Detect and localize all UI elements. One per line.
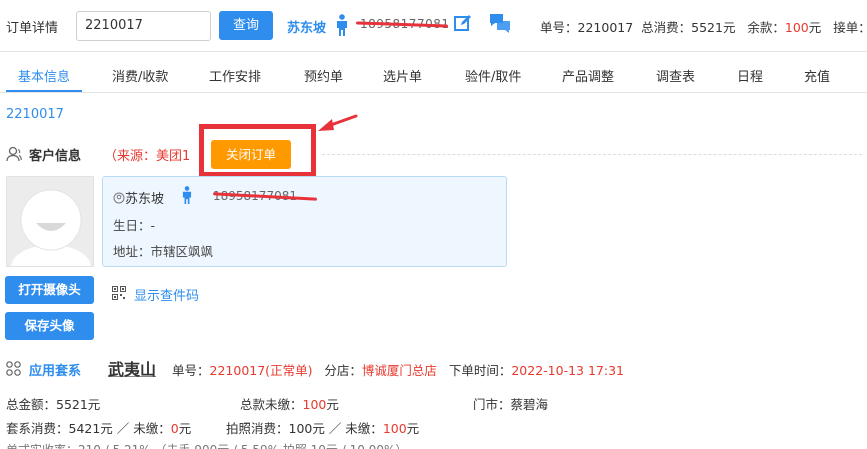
tab-product-adjust[interactable]: 产品调整 [562,66,614,85]
tab-survey[interactable]: 调查表 [656,66,695,85]
male-person-icon [181,186,193,208]
customer-source: （来源：美团1 [104,149,191,164]
tab-photo-selection[interactable]: 选片单 [383,66,422,85]
balance-value: 100 [784,20,809,35]
tab-schedule[interactable]: 日程 [737,66,763,85]
top-bar: 订单详情 2210017 查询 苏东坡 18958177081 单号：22100… [0,0,867,52]
order-search-input[interactable]: 2210017 [76,11,211,41]
tab-appointment[interactable]: 预约单 [304,66,343,85]
cutoff-summary-line: 单式实收率：210 / 5.21% （去手 900元 / 5.59% 拍照 10… [6,441,407,449]
section-divider [322,154,862,155]
edit-icon[interactable] [454,14,472,36]
tab-consumption[interactable]: 消费/收款 [112,66,168,85]
order-number: 2210017 [577,20,634,35]
tab-bar: 基本信息 消费/收款 工作安排 预约单 选片单 验件/取件 产品调整 调查表 日… [0,55,867,93]
package-spend: 套系消费：5421元 ／ 未缴：0元 [6,421,192,436]
order-detail-label: 订单详情 [6,21,59,36]
total-spend: 5521元 [691,20,736,35]
customer-birthday: 生日：- [113,218,156,233]
tab-basic-info[interactable]: 基本信息 [18,66,70,85]
user-icon [6,146,22,166]
package-name-link[interactable]: 武夷山 [108,356,156,380]
query-button[interactable]: 查询 [219,11,273,40]
customer-card: 苏东坡 18958177081 生日：- 地址：市辖区飒飒 [102,176,507,267]
package-order-time: 2022-10-13 17:31 [511,363,624,378]
active-tab-indicator [6,90,82,92]
avatar [6,176,94,267]
save-avatar-button[interactable]: 保存头像 [5,312,94,340]
package-branch: 博诚厦门总店 [361,363,437,378]
store-staff: 门市：蔡碧海 [473,397,549,412]
annotation-highlight-box [199,124,316,177]
tab-work-schedule[interactable]: 工作安排 [209,66,261,85]
total-amount: 总金额：5521元 [6,397,101,412]
open-camera-button[interactable]: 打开摄像头 [5,276,94,304]
customer-info-title: 客户信息 [29,149,82,164]
package-section-title: 应用套系 [29,364,82,379]
customer-address: 地址：市辖区飒飒 [113,244,214,259]
male-person-icon [335,14,349,40]
unpaid-total: 总款未缴：100元 [240,397,339,412]
grid-icon [6,361,21,380]
tab-recharge[interactable]: 充值 [804,66,830,85]
chat-icon[interactable] [489,13,511,37]
package-meta: 单号：2210017(正常单) 分店：博诚厦门总店 下单时间：2022-10-1… [172,363,624,378]
card-customer-name: 苏东坡 [113,188,164,207]
customer-name-link[interactable]: 苏东坡 [287,17,326,36]
photo-spend: 拍照消费：100元 ／ 未缴：100元 [226,421,420,436]
order-summary-info: 单号：2210017 总消费：5521元 余款：100元 接单： [540,20,867,35]
tab-pickup[interactable]: 验件/取件 [465,66,521,85]
package-order-no: 2210017(正常单) [209,363,313,378]
id-icon [113,192,125,204]
order-id-link[interactable]: 2210017 [6,107,64,122]
annotation-arrow-icon [314,112,358,138]
show-pickup-code-link[interactable]: 显示查件码 [134,285,199,304]
qr-code-icon[interactable] [112,286,126,304]
